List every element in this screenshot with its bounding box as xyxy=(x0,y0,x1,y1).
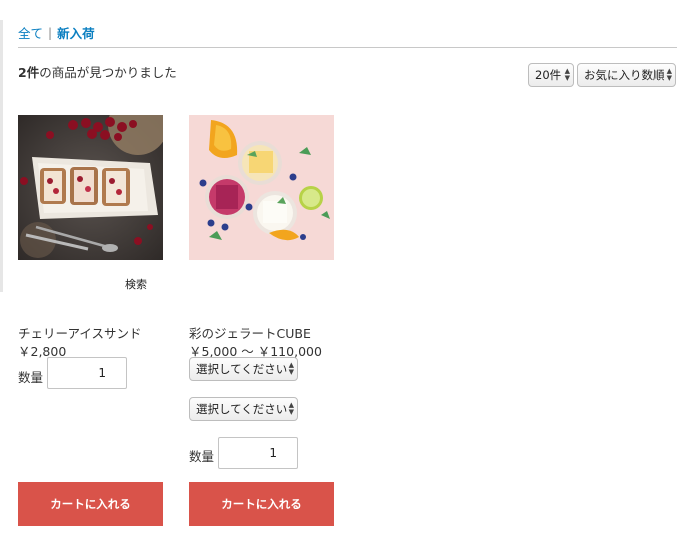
add-to-cart-button[interactable]: カートに入れる xyxy=(18,482,163,526)
left-edge-divider xyxy=(0,20,3,292)
product-name[interactable]: チェリーアイスサンド xyxy=(18,323,142,342)
select-arrows-icon: ▲ ▼ xyxy=(288,401,294,416)
quantity-input[interactable]: 1 xyxy=(47,357,127,389)
header-divider xyxy=(18,47,677,48)
category-breadcrumb: 全て | 新入荷 xyxy=(18,23,95,42)
select-arrows-icon: ▲ ▼ xyxy=(288,361,294,376)
breadcrumb-new-arrivals-link[interactable]: 新入荷 xyxy=(57,23,95,42)
result-count: 2件 xyxy=(18,65,40,80)
quantity-label: 数量 xyxy=(189,449,215,464)
sort-select[interactable]: お気に入り数順 ▲ ▼ xyxy=(577,63,676,87)
quantity-input[interactable]: 1 xyxy=(218,437,298,469)
breadcrumb-all-link[interactable]: 全て xyxy=(18,23,43,42)
option-select-2-value: 選択してください xyxy=(196,402,288,416)
option-select-1[interactable]: 選択してください ▲ ▼ xyxy=(189,357,298,381)
option-select-2[interactable]: 選択してください ▲ ▼ xyxy=(189,397,298,421)
per-page-select[interactable]: 20件 ▲ ▼ xyxy=(528,63,574,87)
add-to-cart-button[interactable]: カートに入れる xyxy=(189,482,334,526)
per-page-value: 20件 xyxy=(535,68,562,82)
product-image-cherry-ice-sandwich[interactable] xyxy=(18,115,163,260)
sort-value: お気に入り数順 xyxy=(584,68,665,82)
option-select-1-value: 選択してください xyxy=(196,362,288,376)
product-image-gelato-cube[interactable] xyxy=(189,115,334,260)
select-arrows-icon: ▲ ▼ xyxy=(666,67,672,82)
quantity-label: 数量 xyxy=(18,370,44,385)
product-name[interactable]: 彩のジェラートCUBE xyxy=(189,323,311,342)
result-label: の商品が見つかりました xyxy=(39,65,177,80)
image-overlay-search-label: 検索 xyxy=(125,278,147,291)
breadcrumb-separator: | xyxy=(48,25,53,40)
result-count-text: 2件の商品が見つかりました xyxy=(18,62,177,81)
select-arrows-icon: ▲ ▼ xyxy=(564,67,570,82)
